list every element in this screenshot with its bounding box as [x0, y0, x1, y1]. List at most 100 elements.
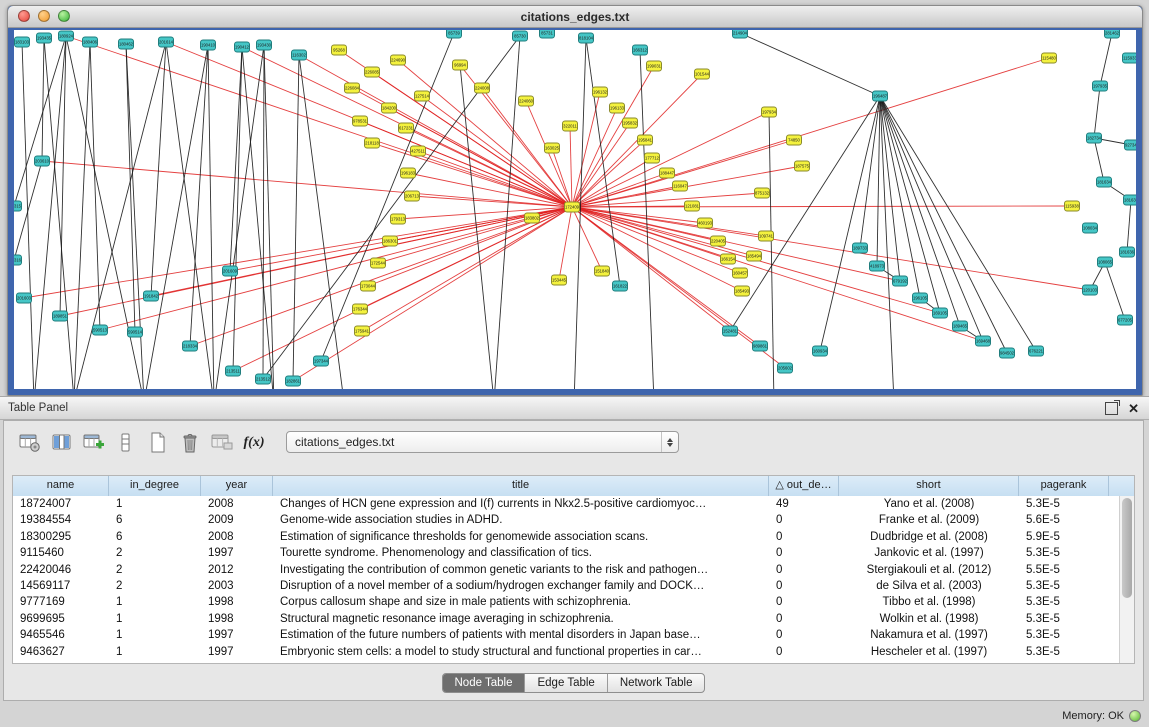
graph-node[interactable]: 175941 — [355, 326, 370, 336]
graph-node[interactable]: 188447 — [660, 168, 675, 178]
graph-node[interactable]: 177712 — [645, 153, 660, 163]
graph-node[interactable]: 169105 — [933, 308, 948, 318]
graph-node[interactable]: 193430 — [257, 40, 272, 50]
graph-node[interactable]: 121081 — [685, 201, 700, 211]
graph-node[interactable]: 196487 — [873, 91, 888, 101]
graph-node[interactable]: 460193 — [698, 218, 713, 228]
graph-node[interactable]: 166312 — [633, 45, 648, 55]
table-row[interactable]: 2242004622012Investigating the contribut… — [13, 562, 1119, 578]
table-scrollbar[interactable] — [1119, 496, 1134, 663]
graph-node[interactable]: 197935 — [1093, 81, 1108, 91]
graph-node[interactable]: 427511 — [411, 146, 426, 156]
graph-node[interactable]: 224008 — [475, 83, 490, 93]
function-builder-icon[interactable]: f(x) — [242, 431, 266, 455]
graph-node[interactable]: 205602 — [778, 363, 793, 373]
graph-node[interactable]: 418973 — [870, 261, 885, 271]
graph-node[interactable]: 218118 — [365, 138, 380, 148]
graph-node[interactable]: 224060 — [519, 96, 534, 106]
close-window-button[interactable] — [18, 10, 30, 22]
graph-node[interactable]: 213512 — [256, 374, 271, 384]
graph-node[interactable]: 108065 — [1098, 257, 1113, 267]
graph-node[interactable]: 127514 — [415, 91, 430, 101]
minimize-window-button[interactable] — [38, 10, 50, 22]
graph-node[interactable]: 85731 — [540, 30, 555, 38]
graph-node[interactable]: 818104 — [579, 33, 594, 43]
table-select-stepper-icon[interactable] — [661, 432, 678, 452]
graph-node[interactable]: 152481 — [723, 326, 738, 336]
graph-node[interactable]: 281462 — [1105, 30, 1120, 38]
table-row[interactable]: 1938455462009Genome-wide association stu… — [13, 512, 1119, 528]
graph-node[interactable]: 95268 — [332, 45, 347, 55]
graph-node[interactable]: 182734 — [1087, 133, 1102, 143]
graph-node[interactable]: 214904 — [733, 30, 748, 38]
graph-node[interactable]: 218334 — [183, 341, 198, 351]
graph-node[interactable]: 191842 — [144, 291, 159, 301]
graph-node[interactable]: 180406 — [83, 37, 98, 47]
graph-node[interactable]: 74850 — [787, 135, 802, 145]
column-header-year[interactable]: year — [201, 476, 273, 496]
graph-node[interactable]: 85739 — [447, 30, 462, 38]
network-canvas[interactable]: 1831031934351809241804061804622016141904… — [14, 30, 1136, 389]
column-header-pagerank[interactable]: pagerank — [1019, 476, 1109, 496]
graph-node[interactable]: 201609 — [223, 266, 238, 276]
create-column-icon[interactable] — [82, 431, 106, 455]
graph-node[interactable]: 679192 — [893, 276, 908, 286]
graph-node[interactable]: 195841 — [638, 135, 653, 145]
graph-node[interactable]: 189851 — [53, 311, 68, 321]
graph-node[interactable]: 927341 — [1125, 140, 1137, 150]
graph-node[interactable]: 322011 — [563, 121, 578, 131]
column-header-title[interactable]: title — [273, 476, 769, 496]
column-header-name[interactable]: name — [13, 476, 109, 496]
graph-node[interactable]: 151840 — [595, 266, 610, 276]
graph-node[interactable]: 187575 — [795, 161, 810, 171]
graph-node[interactable]: 101544 — [695, 69, 710, 79]
table-settings-icon[interactable] — [18, 431, 42, 455]
network-viewport[interactable]: 1831031934351809241804061804622016141904… — [14, 30, 1136, 389]
graph-node[interactable]: 220405 — [711, 236, 726, 246]
graph-node[interactable]: 206713 — [405, 191, 420, 201]
graph-node[interactable]: 153445 — [552, 275, 567, 285]
graph-node[interactable]: 184200 — [382, 103, 397, 113]
table-row[interactable]: 969969511998Structural magnetic resonanc… — [13, 611, 1119, 627]
table-select[interactable]: citations_edges.txt — [286, 431, 679, 453]
graph-node[interactable]: 183802 — [525, 213, 540, 223]
graph-node[interactable]: 180315 — [14, 201, 22, 211]
graph-node[interactable]: 226085 — [365, 67, 380, 77]
graph-node[interactable]: 213511 — [226, 366, 241, 376]
graph-node[interactable]: 85730 — [513, 31, 528, 41]
graph-node[interactable]: 120103 — [1083, 285, 1098, 295]
graph-node[interactable]: 189733 — [853, 243, 868, 253]
table-row[interactable]: 1830029562008Estimation of significance … — [13, 529, 1119, 545]
graph-node[interactable]: 180924 — [59, 31, 74, 41]
table-row[interactable]: 977716911998Corpus callosum shape and si… — [13, 594, 1119, 610]
table-row[interactable]: 1456911722003Disruption of a novel membe… — [13, 578, 1119, 594]
graph-node[interactable]: 181635 — [1124, 195, 1137, 205]
graph-node[interactable]: 185494 — [747, 251, 762, 261]
graph-node[interactable]: 181634 — [1097, 177, 1112, 187]
graph-node[interactable]: 989861 — [753, 341, 768, 351]
graph-node[interactable]: 190412 — [235, 42, 250, 52]
graph-node[interactable]: 201614 — [159, 37, 174, 47]
table-row[interactable]: 946554611997Estimation of the future num… — [13, 627, 1119, 643]
graph-node[interactable]: 677205 — [1118, 315, 1133, 325]
graph-node[interactable]: 176344 — [353, 304, 368, 314]
float-panel-icon[interactable] — [1105, 402, 1118, 415]
table-rows-icon[interactable] — [114, 431, 138, 455]
graph-node[interactable]: 166154 — [721, 254, 736, 264]
memory-status[interactable]: Memory: OK — [1062, 710, 1141, 722]
graph-node[interactable]: 96994 — [453, 60, 468, 70]
graph-node[interactable]: 196133 — [610, 103, 625, 113]
graph-node[interactable]: 186301 — [383, 236, 398, 246]
graph-node[interactable]: 172409 — [565, 202, 580, 212]
graph-node[interactable]: 160934 — [813, 346, 828, 356]
graph-node[interactable]: 180316 — [14, 255, 22, 265]
graph-node[interactable]: 161822 — [613, 281, 628, 291]
tab-node-table[interactable]: Node Table — [443, 674, 526, 692]
graph-node[interactable]: 115933 — [1123, 53, 1137, 63]
column-header-short[interactable]: short — [839, 476, 1019, 496]
graph-node[interactable]: 676221 — [1029, 346, 1044, 356]
graph-node[interactable]: 193435 — [37, 33, 52, 43]
graph-node[interactable]: 179313 — [391, 214, 406, 224]
graph-node[interactable]: 115938 — [1065, 201, 1080, 211]
table-row[interactable]: 1872400712008Changes of HCN gene express… — [13, 496, 1119, 512]
